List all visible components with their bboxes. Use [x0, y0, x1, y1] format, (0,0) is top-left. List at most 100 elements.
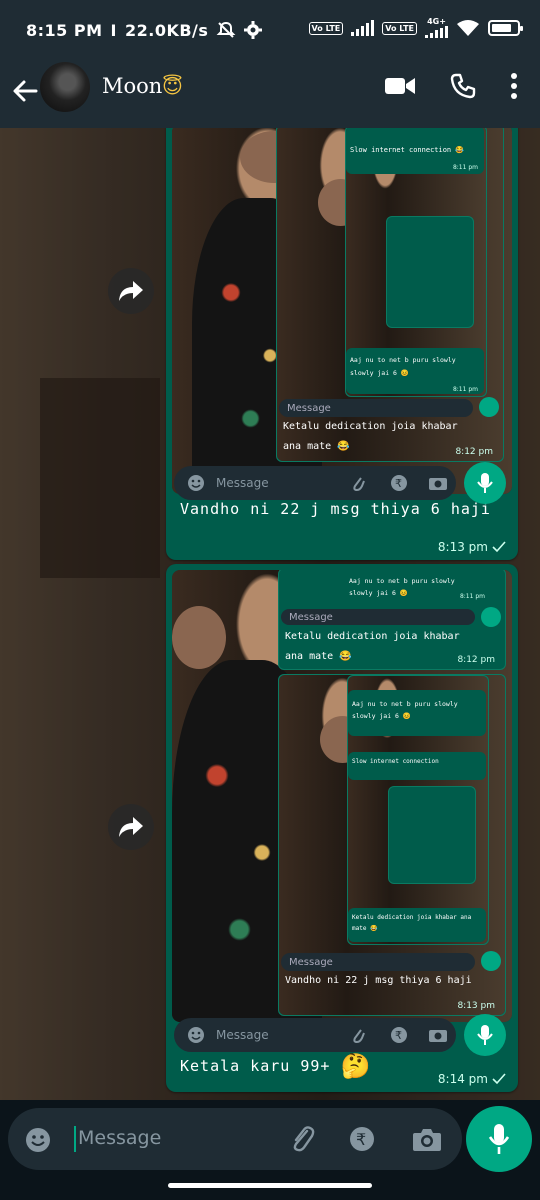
- embedded-placeholder: Message: [216, 1028, 269, 1042]
- battery-icon: [488, 20, 523, 36]
- nested-input-bar: Message: [279, 399, 473, 417]
- back-arrow-icon[interactable]: [10, 76, 40, 106]
- svg-text:₹: ₹: [395, 1029, 402, 1042]
- more-options-icon[interactable]: [510, 72, 518, 100]
- nested-input-bar: Message: [281, 609, 475, 625]
- nested-level3-time: 8:11 pm: [452, 164, 478, 171]
- nested-text-2: Aaj nu to net b puru slowly slowly jai 6…: [346, 348, 484, 394]
- message-bubble-1[interactable]: Slow internet connection 😂 8:11 pm Aaj n…: [166, 128, 518, 560]
- mic-icon: [477, 1025, 493, 1045]
- nested-screenshot-2: Aaj nu to net b puru slowly slowly jai 6…: [347, 675, 489, 945]
- rupee-payment-icon[interactable]: ₹: [348, 1125, 376, 1153]
- message-2-meta: 8:14 pm: [438, 1072, 506, 1086]
- rupee-icon: ₹: [391, 475, 407, 491]
- settings-gear-icon: [244, 21, 263, 39]
- message-input-bar[interactable]: Message ₹: [8, 1108, 462, 1170]
- nested-level2-time: 8:13 pm: [457, 1001, 495, 1011]
- rupee-icon: ₹: [391, 1027, 407, 1043]
- header-actions: [384, 72, 518, 100]
- message-1-image[interactable]: Slow internet connection 😂 8:11 pm Aaj n…: [172, 128, 512, 494]
- contact-emoji: 😇: [162, 74, 183, 98]
- message-1-time: 8:13 pm: [437, 540, 488, 554]
- nested-level5-text: Ketalu dedication joia khabar ana mate 😂: [352, 914, 472, 932]
- camera-icon: [429, 478, 447, 490]
- attach-icon[interactable]: [288, 1124, 316, 1154]
- sim1-signal-icon: [351, 20, 375, 36]
- embedded-input-bar: Message ₹: [174, 466, 456, 500]
- sent-check-icon: [492, 541, 506, 553]
- emoji-icon[interactable]: [24, 1126, 52, 1154]
- message-input[interactable]: Message: [78, 1127, 161, 1149]
- gesture-nav-bar[interactable]: [168, 1183, 372, 1188]
- status-right: Vo LTE Vo LTE 4G+: [308, 18, 523, 38]
- nested-level1-time: 8:12 pm: [455, 447, 493, 457]
- camera-icon: [429, 1030, 447, 1042]
- message-2-text: Ketala karu 99+: [180, 1057, 331, 1075]
- mic-icon: [477, 473, 493, 493]
- sim2-signal-icon: [425, 26, 448, 38]
- voice-call-icon[interactable]: [450, 73, 476, 99]
- message-bubble-2[interactable]: Aaj nu to net b puru slowly slowly jai 6…: [166, 564, 518, 1092]
- nested-level3-text: Slow internet connection 😂: [350, 146, 465, 154]
- embedded-placeholder: Message: [216, 476, 269, 490]
- video-call-icon[interactable]: [384, 75, 416, 97]
- attach-icon: [353, 477, 365, 492]
- nested-level2-text: Vandho ni 22 j msg thiya 6 haji: [285, 975, 472, 986]
- nested-screenshot-1: Aaj nu to net b puru slowly slowly jai 6…: [278, 674, 506, 1016]
- wifi-icon: [457, 20, 479, 36]
- microphone-icon: [488, 1124, 510, 1154]
- contact-name[interactable]: Moon: [102, 74, 162, 98]
- svg-text:₹: ₹: [395, 477, 402, 490]
- message-1-text: Vandho ni 22 j msg thiya 6 haji: [180, 500, 491, 518]
- forward-button-1[interactable]: [108, 268, 154, 314]
- nested-mic-icon-2: [481, 951, 501, 971]
- nested-top-chunk: Aaj nu to net b puru slowly slowly jai 6…: [278, 570, 506, 670]
- nested-screenshot-1: Slow internet connection 😂 8:11 pm Aaj n…: [276, 128, 504, 462]
- nested-bar-placeholder: Message: [287, 402, 331, 414]
- sim1-volte-badge: Vo LTE: [308, 21, 344, 35]
- emoji-icon: [188, 475, 204, 491]
- nested-bar-placeholder: Message: [289, 611, 333, 623]
- sim2-volte-badge: Vo LTE: [382, 21, 417, 35]
- nested-screenshot-3: [386, 216, 474, 328]
- nested-mic-icon: [481, 607, 501, 627]
- status-separator: I: [110, 20, 117, 40]
- nested-text-3: Aaj nu to net b puru slowly slowly jai 6…: [348, 690, 486, 736]
- nested-text-3: Slow internet connection 😂 8:11 pm: [346, 128, 484, 174]
- forward-arrow-icon: [119, 281, 143, 301]
- nested-screenshot-3: [388, 786, 476, 884]
- text-cursor: [74, 1126, 76, 1152]
- emoji-icon: [188, 1027, 204, 1043]
- mute-bell-icon: [216, 21, 236, 38]
- message-2-time: 8:14 pm: [437, 1072, 488, 1086]
- nested-level4-text: Slow internet connection: [352, 758, 439, 765]
- thinking-emoji: 🤔: [340, 1052, 371, 1080]
- nested-level1-text: Ketalu dedication joia khabar ana mate 😂: [283, 421, 458, 452]
- forward-button-2[interactable]: [108, 804, 154, 850]
- contact-avatar[interactable]: [40, 62, 90, 112]
- nested-level1-text: Ketalu dedication joia khabar ana mate 😂: [285, 631, 460, 662]
- forward-arrow-icon: [119, 817, 143, 837]
- message-2-image[interactable]: Aaj nu to net b puru slowly slowly jai 6…: [172, 570, 512, 1022]
- svg-text:₹: ₹: [356, 1130, 366, 1149]
- nested-bar-placeholder-2: Message: [289, 956, 333, 968]
- nested-level3-text: Aaj nu to net b puru slowly slowly jai 6…: [352, 700, 458, 720]
- network-type: 4G+: [427, 17, 446, 26]
- message-2-content: Ketala karu 99+ 🤔: [180, 1052, 370, 1080]
- nested-screenshot-2: Slow internet connection 😂 8:11 pm Aaj n…: [345, 128, 487, 397]
- nested-input-bar-2: Message: [281, 953, 475, 971]
- status-bar: 8:15 PM I 22.0KB/s Vo LTE Vo LTE 4G+: [0, 0, 540, 62]
- chat-header: Moon 😇: [0, 62, 540, 128]
- nested-level1-time: 8:12 pm: [457, 655, 495, 665]
- chat-area: Slow internet connection 😂 8:11 pm Aaj n…: [0, 128, 540, 1100]
- embedded-input-bar: Message ₹: [174, 1018, 456, 1052]
- message-1-meta: 8:13 pm: [438, 540, 506, 554]
- nested-top-time: 8:11 pm: [459, 593, 485, 600]
- nested-text-4: Slow internet connection: [348, 752, 486, 780]
- sim2-group: 4G+: [425, 18, 448, 38]
- camera-icon[interactable]: [412, 1126, 442, 1152]
- nested-level2-text: Aaj nu to net b puru slowly slowly jai 6…: [350, 356, 456, 377]
- voice-record-button[interactable]: [466, 1106, 532, 1172]
- attach-icon: [353, 1029, 365, 1044]
- embedded-mic-button: [464, 462, 506, 504]
